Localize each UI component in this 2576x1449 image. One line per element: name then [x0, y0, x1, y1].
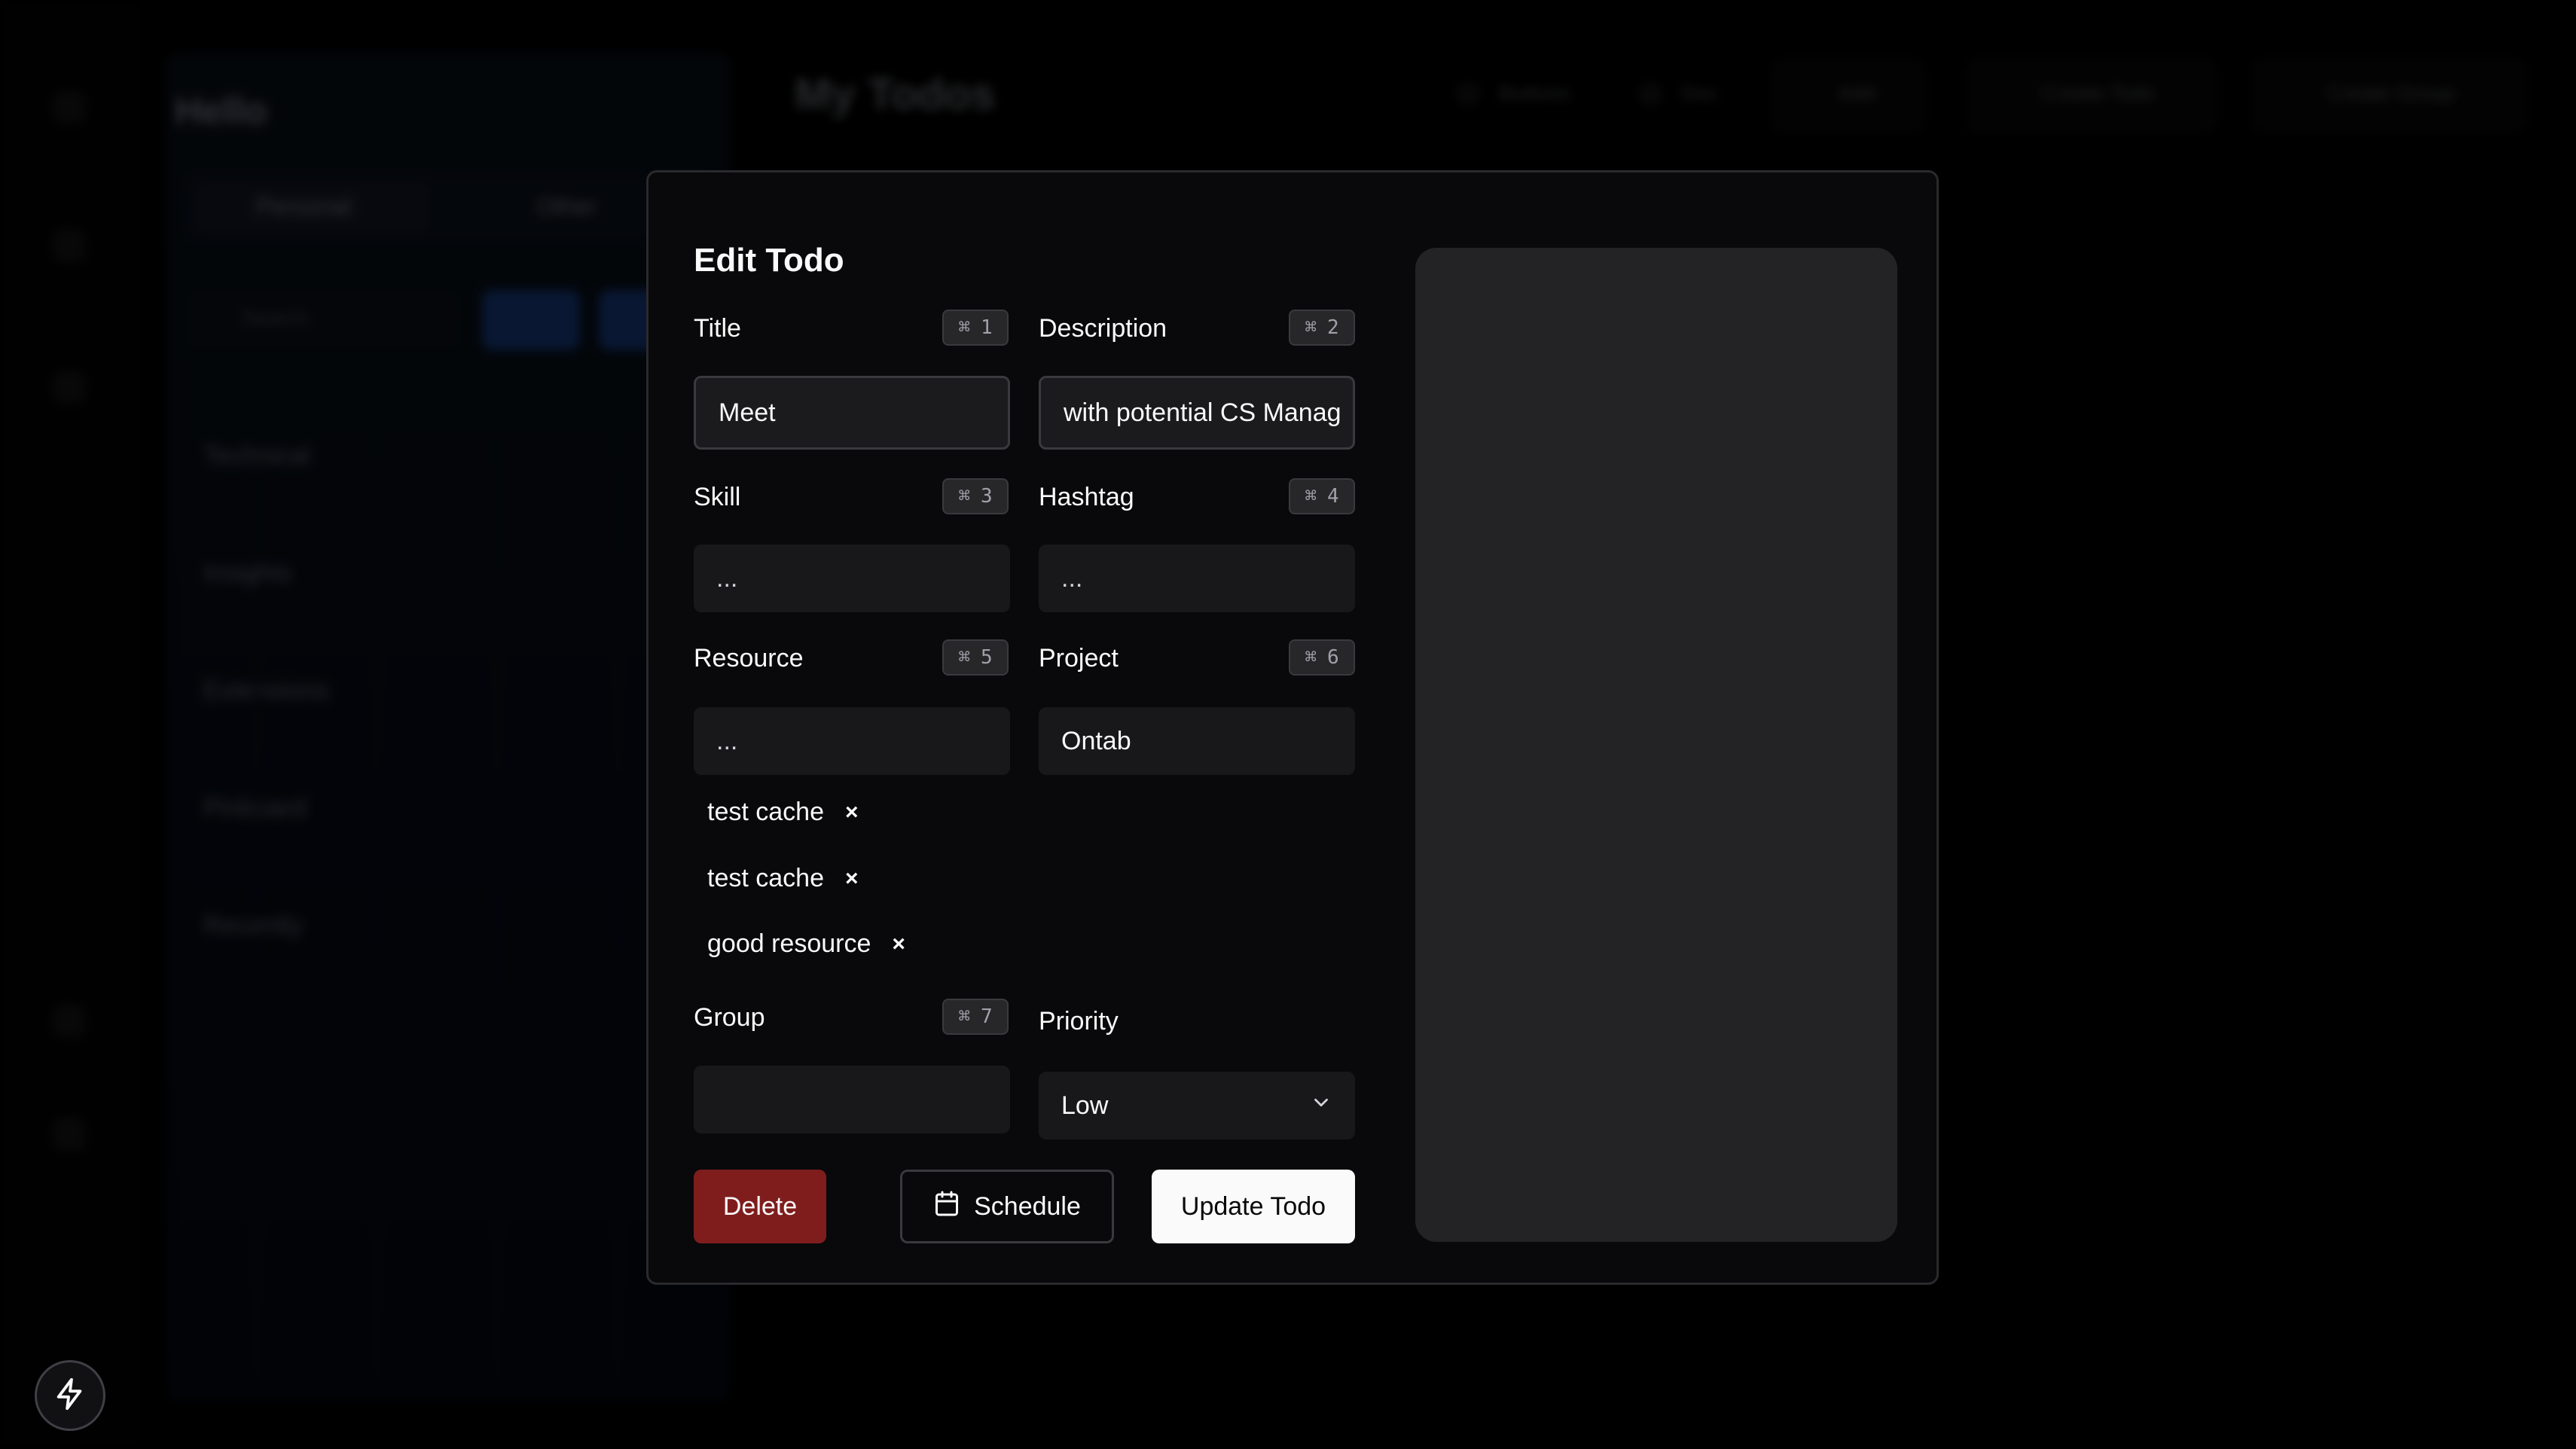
title-label: Title	[694, 314, 741, 343]
resource-label: Resource	[694, 644, 804, 673]
screen: Hello Personal Other Search Technical In…	[0, 0, 2576, 1449]
resource-tag: test cache ×	[707, 798, 859, 827]
title-input[interactable]: Meet	[694, 376, 1010, 450]
resource-input[interactable]: ...	[694, 707, 1010, 775]
shortcut-badge: ⌘ 2	[1289, 310, 1355, 346]
hashtag-input[interactable]: ...	[1039, 545, 1355, 612]
command-icon: ⌘	[1305, 485, 1317, 508]
description-input[interactable]: with potential CS Manag	[1039, 376, 1355, 450]
command-icon: ⌘	[958, 485, 970, 508]
resource-tag-label: test cache	[707, 798, 824, 826]
command-icon: ⌘	[958, 316, 970, 339]
remove-tag-icon[interactable]: ×	[892, 932, 905, 957]
description-label: Description	[1039, 314, 1167, 343]
skill-label: Skill	[694, 483, 741, 511]
resource-tag-label: test cache	[707, 864, 824, 892]
shortcut-badge: ⌘ 6	[1289, 639, 1355, 676]
remove-tag-icon[interactable]: ×	[845, 800, 859, 825]
remove-tag-icon[interactable]: ×	[845, 866, 859, 892]
project-label: Project	[1039, 644, 1119, 673]
command-icon: ⌘	[1305, 646, 1317, 669]
resource-tag-label: good resource	[707, 929, 871, 958]
group-label: Group	[694, 1003, 765, 1032]
preview-panel	[1415, 248, 1897, 1242]
calendar-icon	[933, 1190, 960, 1224]
shortcut-badge: ⌘ 1	[942, 310, 1009, 346]
project-input[interactable]: Ontab	[1039, 707, 1355, 775]
group-input[interactable]	[694, 1066, 1010, 1133]
shortcut-badge: ⌘ 4	[1289, 478, 1355, 514]
shortcut-badge: ⌘ 7	[942, 999, 1009, 1035]
delete-button[interactable]: Delete	[694, 1170, 826, 1243]
priority-label: Priority	[1039, 1007, 1119, 1036]
shortcut-badge: ⌘ 5	[942, 639, 1009, 676]
command-icon: ⌘	[958, 646, 970, 669]
bolt-badge[interactable]	[35, 1360, 105, 1431]
schedule-button[interactable]: Schedule	[900, 1170, 1114, 1243]
resource-tag: test cache ×	[707, 864, 859, 893]
update-todo-button[interactable]: Update Todo	[1152, 1170, 1355, 1243]
command-icon: ⌘	[958, 1005, 970, 1028]
resource-tag: good resource ×	[707, 929, 905, 959]
chevron-down-icon	[1310, 1091, 1332, 1121]
dialog-title: Edit Todo	[694, 242, 844, 279]
skill-input[interactable]: ...	[694, 545, 1010, 612]
command-icon: ⌘	[1305, 316, 1317, 339]
hashtag-label: Hashtag	[1039, 483, 1134, 511]
schedule-label: Schedule	[974, 1191, 1081, 1221]
edit-todo-dialog: Edit Todo Title ⌘ 1 Description ⌘ 2 Meet…	[646, 170, 1939, 1285]
priority-value: Low	[1061, 1091, 1109, 1120]
bolt-icon	[53, 1377, 87, 1415]
priority-select[interactable]: Low	[1039, 1072, 1355, 1139]
shortcut-badge: ⌘ 3	[942, 478, 1009, 514]
